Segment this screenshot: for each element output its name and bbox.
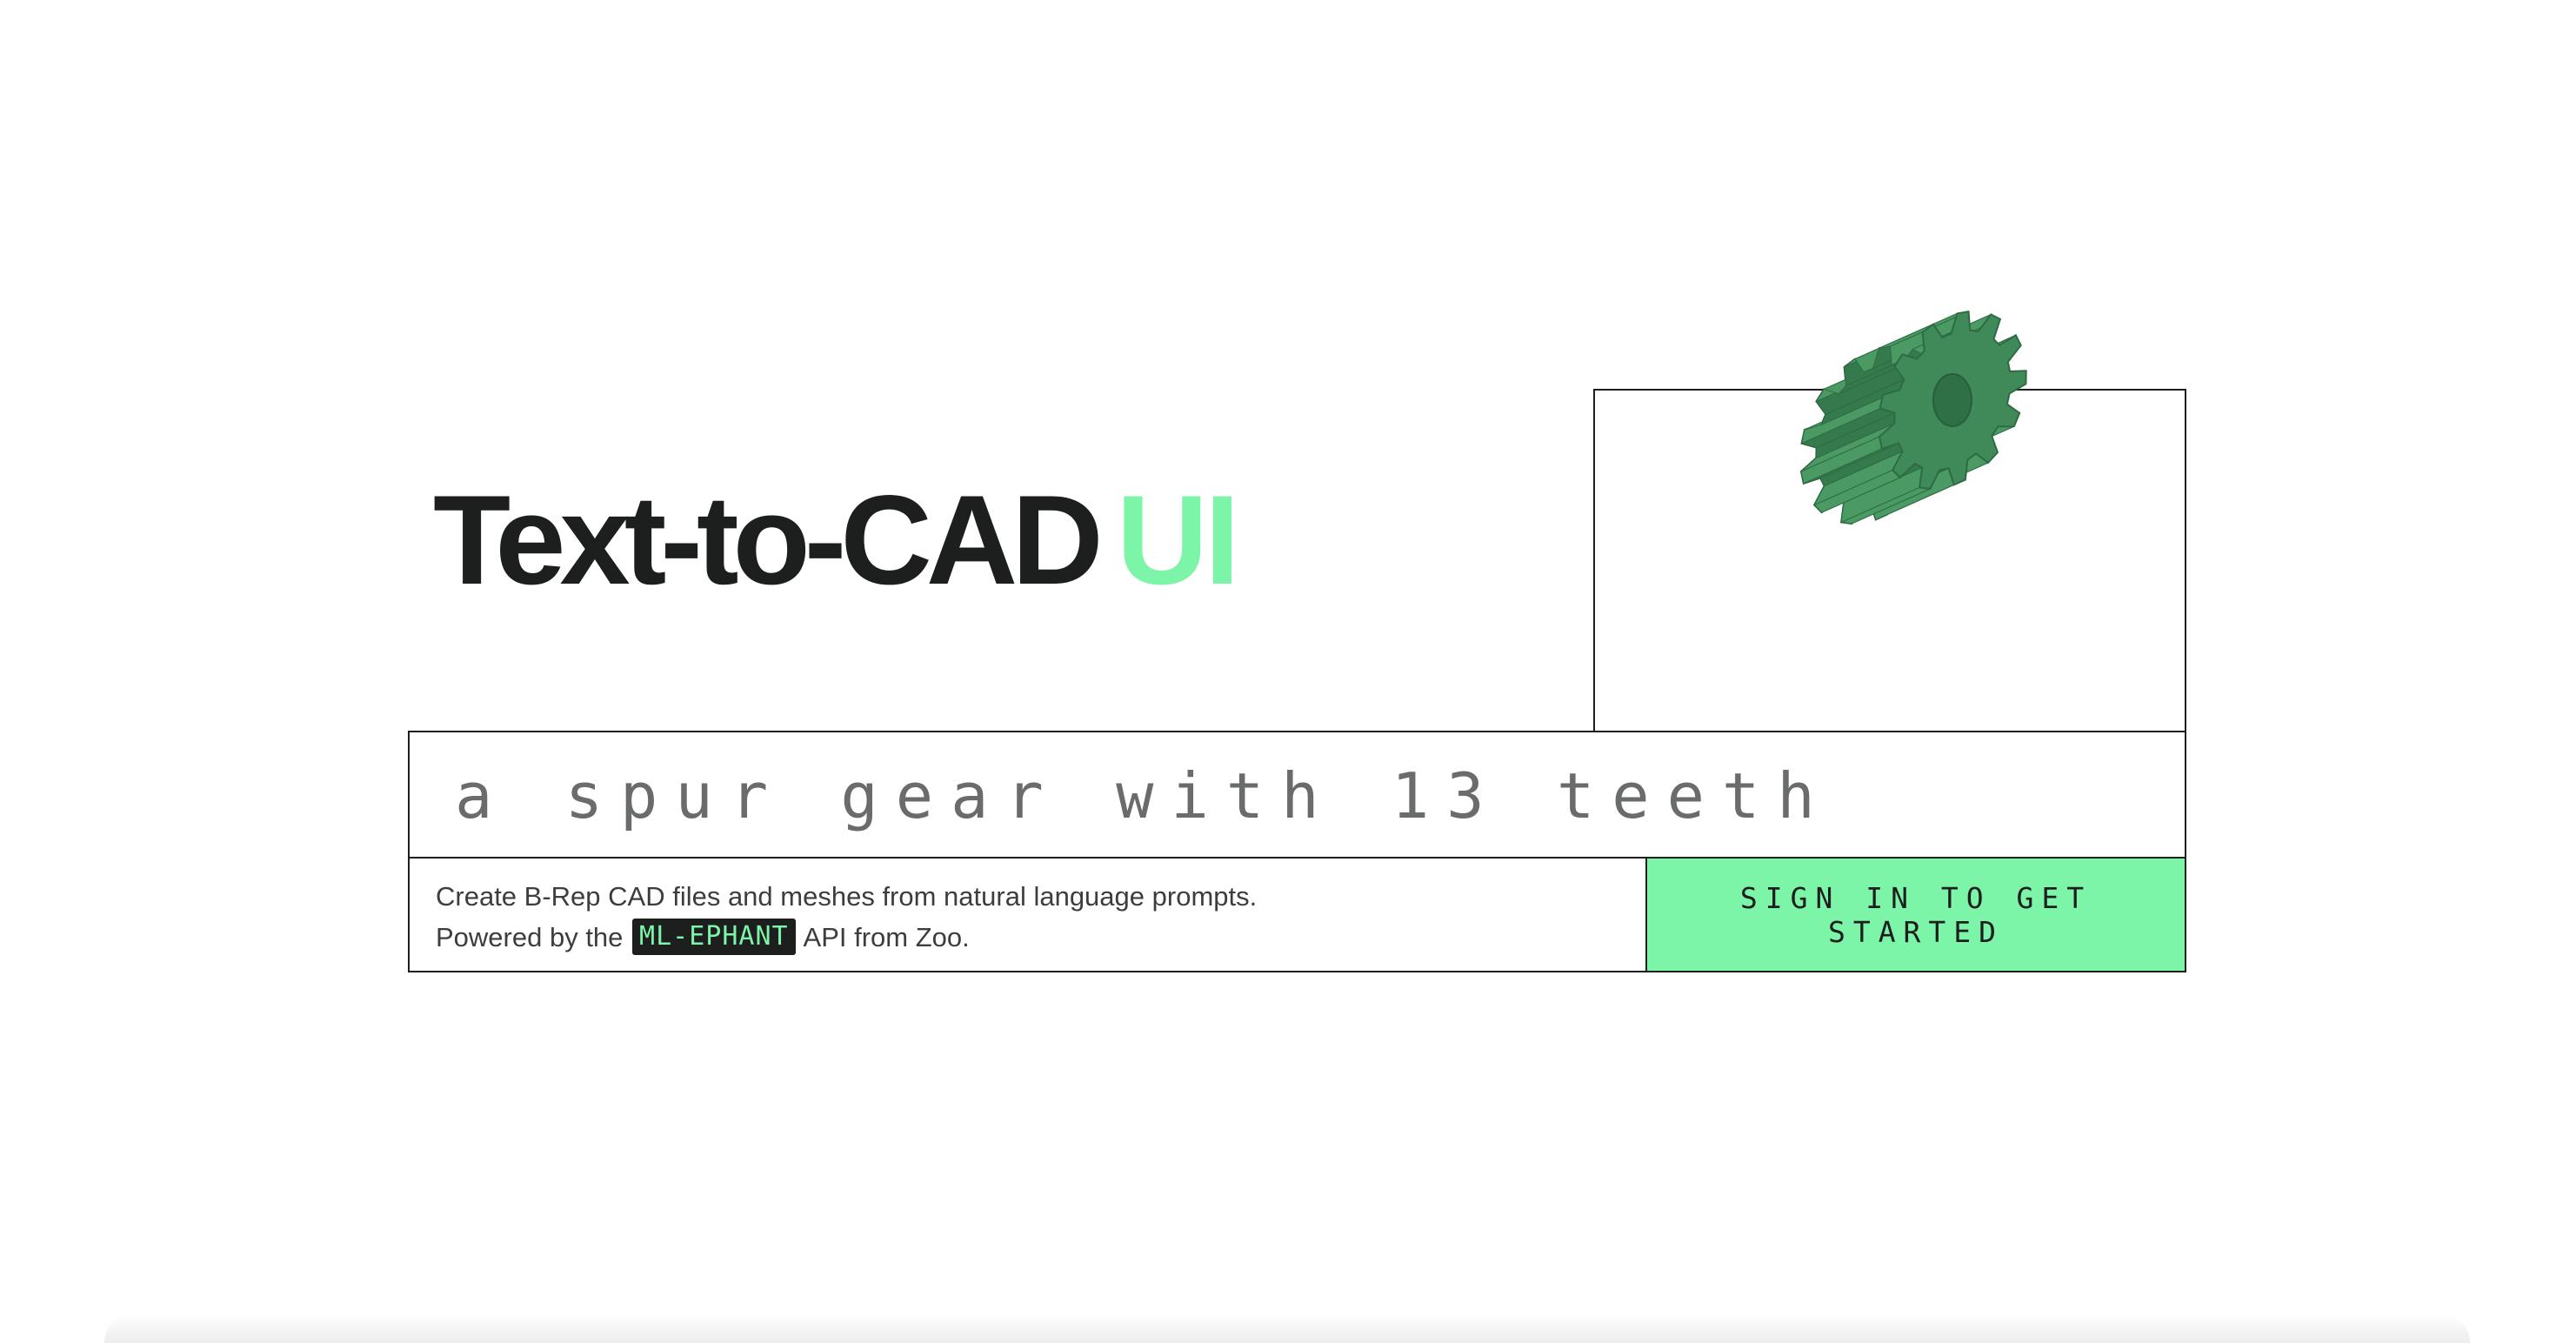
prompt-field-container (408, 731, 2186, 860)
description-line-1: Create B-Rep CAD files and meshes from n… (436, 881, 1258, 912)
title-main: Text-to-CAD (433, 469, 1104, 611)
description-line-2: Powered by the ML-EPHANT API from Zoo. (436, 917, 1645, 958)
powered-by-suffix: API from Zoo. (803, 922, 970, 952)
prompt-input[interactable] (410, 732, 2185, 859)
sign-in-button[interactable]: SIGN IN TO GET STARTED (1645, 859, 2185, 971)
ml-ephant-badge: ML-EPHANT (632, 918, 796, 955)
title-accent: UI (1116, 469, 1240, 611)
description: Create B-Rep CAD files and meshes from n… (410, 859, 1645, 971)
landing-page: Text-to-CADUI Create B-Rep CAD files and… (0, 0, 2576, 1343)
action-bar: Create B-Rep CAD files and meshes from n… (408, 857, 2186, 972)
bottom-shadow (104, 1313, 2470, 1343)
gear-icon (1799, 310, 2027, 525)
gear-hub-hole (1932, 373, 1972, 427)
page-title: Text-to-CAD UI (433, 477, 1240, 604)
powered-by-prefix: Powered by the (436, 922, 624, 952)
